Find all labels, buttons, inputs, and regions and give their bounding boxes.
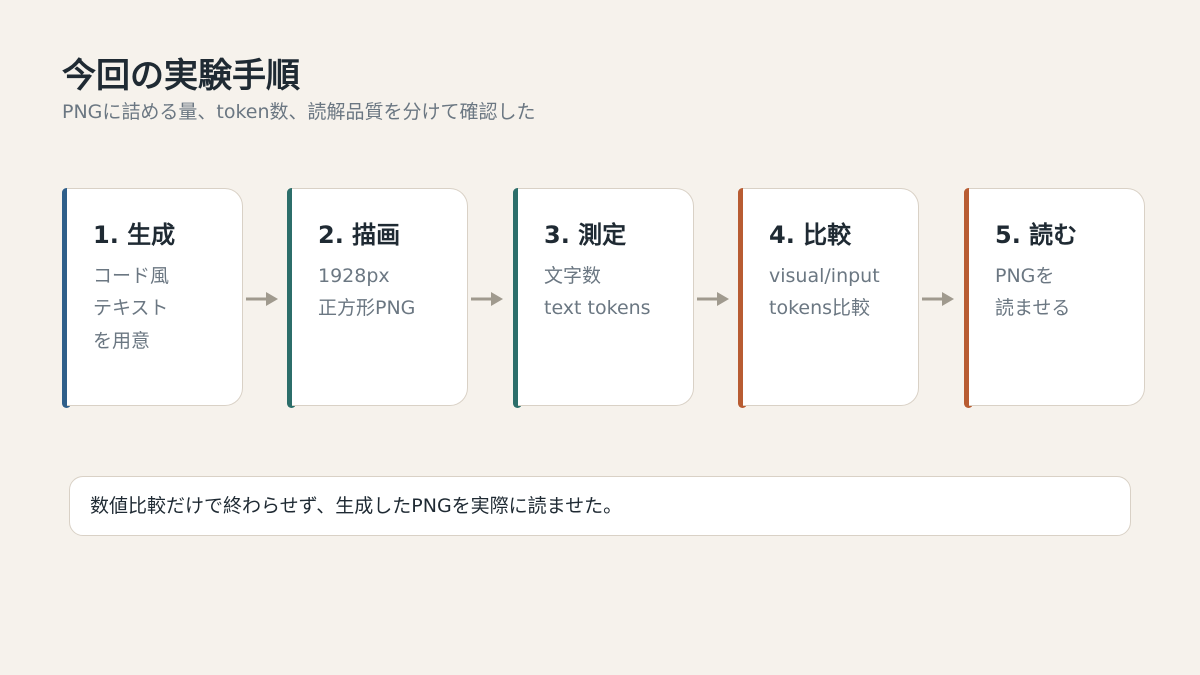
summary-note-text: 数値比較だけで終わらせず、生成したPNGを実際に読ませた。 <box>90 495 623 517</box>
arrow-right-icon <box>471 292 503 306</box>
process-steps: 1. 生成 コード風 テキスト を用意 2. 描画 1928px 正方形PNG … <box>62 188 1145 408</box>
step-4-line-1: visual/input <box>769 265 880 287</box>
step-5-title: 5. 読む <box>995 221 1078 249</box>
step-3-title: 3. 測定 <box>544 221 627 249</box>
page-subtitle: PNGに詰める量、token数、読解品質を分けて確認した <box>62 101 536 123</box>
step-1-title: 1. 生成 <box>93 221 176 249</box>
summary-note: 数値比較だけで終わらせず、生成したPNGを実際に読ませた。 <box>69 476 1131 536</box>
page-title: 今回の実験手順 <box>62 56 300 96</box>
step-2-line-1: 1928px <box>318 265 390 287</box>
arrow-right-icon <box>697 292 729 306</box>
step-4-line-2: tokens比較 <box>769 297 871 319</box>
step-card-2: 2. 描画 1928px 正方形PNG <box>292 188 468 406</box>
step-card-5: 5. 読む PNGを 読ませる <box>969 188 1145 406</box>
step-4-title: 4. 比較 <box>769 221 852 249</box>
step-1-line-1: コード風 <box>93 265 170 287</box>
step-3-line-1: 文字数 <box>544 265 602 287</box>
step-2-line-2: 正方形PNG <box>318 297 416 319</box>
step-2-title: 2. 描画 <box>318 221 401 249</box>
step-5-line-2: 読ませる <box>995 297 1071 319</box>
step-card-3: 3. 測定 文字数 text tokens <box>518 188 694 406</box>
step-1-line-3: を用意 <box>93 330 151 352</box>
step-3-line-2: text tokens <box>544 297 651 319</box>
step-1-line-2: テキスト <box>93 297 169 319</box>
step-card-1: 1. 生成 コード風 テキスト を用意 <box>67 188 243 406</box>
step-card-4: 4. 比較 visual/input tokens比較 <box>743 188 919 406</box>
arrow-right-icon <box>922 292 954 306</box>
step-5-line-1: PNGを <box>995 265 1055 287</box>
arrow-right-icon <box>246 292 278 306</box>
